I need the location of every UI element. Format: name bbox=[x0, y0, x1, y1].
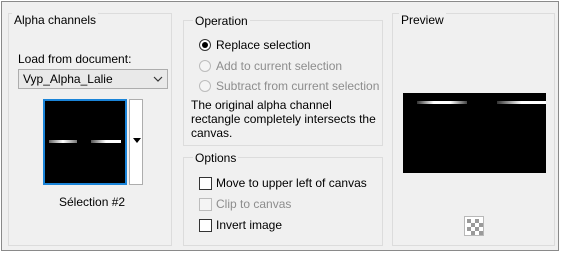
invert-image-label[interactable]: Invert image bbox=[216, 218, 282, 232]
document-select-value: Vyp_Alpha_Lalie bbox=[23, 72, 113, 86]
thumbnail-dropdown-button[interactable] bbox=[129, 99, 143, 185]
operation-message-line-2: rectangle completely intersects the bbox=[191, 112, 376, 126]
subtract-selection-label[interactable]: Subtract from current selection bbox=[216, 79, 379, 93]
invert-image-checkbox[interactable] bbox=[199, 219, 212, 232]
triangle-down-icon bbox=[133, 138, 141, 143]
alpha-channel-picker[interactable] bbox=[43, 99, 143, 185]
replace-selection-radio[interactable] bbox=[199, 39, 211, 51]
alpha-channel-thumbnail[interactable] bbox=[43, 99, 127, 185]
add-selection-label[interactable]: Add to current selection bbox=[216, 59, 342, 73]
move-to-upper-left-checkbox[interactable] bbox=[199, 177, 212, 190]
operation-message: The original alpha channel rectangle com… bbox=[191, 98, 376, 140]
move-to-upper-left-label[interactable]: Move to upper left of canvas bbox=[216, 176, 367, 190]
thumbnail-highlight-right bbox=[91, 140, 121, 143]
clip-to-canvas-checkbox[interactable] bbox=[199, 198, 212, 211]
radio-dot bbox=[202, 42, 208, 48]
clip-to-canvas-label[interactable]: Clip to canvas bbox=[216, 197, 291, 211]
alpha-channels-title: Alpha channels bbox=[12, 13, 99, 27]
thumbnail-highlight-left bbox=[49, 140, 77, 143]
options-title: Options bbox=[193, 151, 239, 165]
subtract-selection-radio[interactable] bbox=[199, 80, 211, 92]
preview-image bbox=[403, 93, 546, 173]
load-from-document-label: Load from document: bbox=[18, 52, 132, 66]
checkerboard-icon[interactable] bbox=[464, 216, 484, 236]
operation-message-line-1: The original alpha channel bbox=[191, 98, 332, 112]
selection-name-label: Sélection #2 bbox=[59, 195, 126, 209]
add-selection-radio[interactable] bbox=[199, 60, 211, 72]
preview-highlight-right bbox=[497, 101, 546, 104]
preview-highlight-left bbox=[417, 101, 467, 104]
replace-selection-label[interactable]: Replace selection bbox=[216, 38, 311, 52]
chevron-down-icon bbox=[153, 76, 163, 82]
alpha-selection-dialog: Alpha channels Load from document: Vyp_A… bbox=[1, 1, 559, 251]
preview-title: Preview bbox=[399, 13, 446, 27]
operation-message-line-3: canvas. bbox=[191, 126, 233, 140]
operation-title: Operation bbox=[193, 14, 250, 28]
document-select[interactable]: Vyp_Alpha_Lalie bbox=[18, 69, 168, 89]
